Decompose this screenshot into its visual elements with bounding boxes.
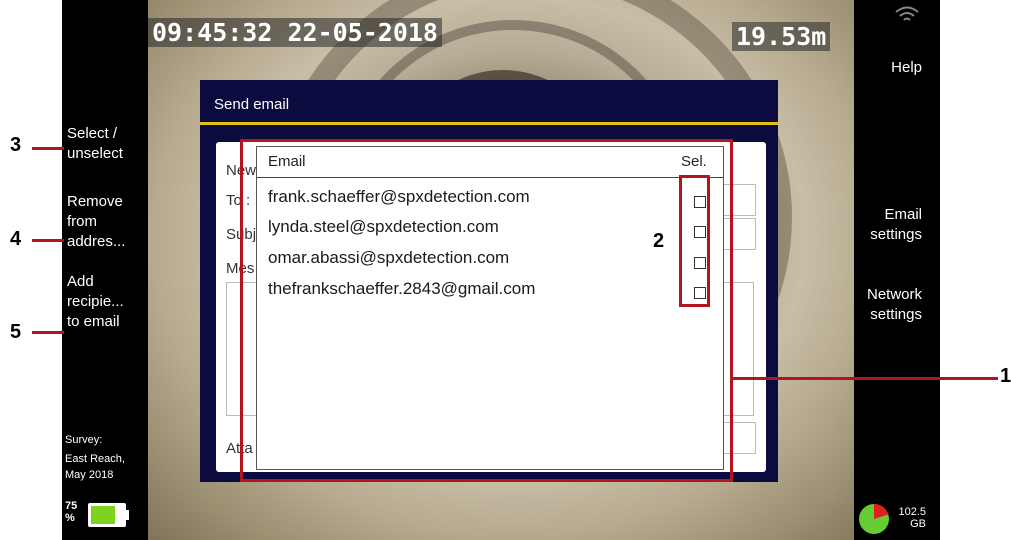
add-recipient-button[interactable]: Add recipie... to email: [67, 272, 147, 332]
dialog-title-underline: [200, 122, 778, 125]
callout-5-number: 5: [10, 321, 22, 343]
callout-2-number: 2: [653, 230, 665, 252]
survey-info: Survey: East Reach, May 2018: [65, 434, 125, 481]
select-unselect-button[interactable]: Select / unselect: [67, 124, 147, 164]
help-button[interactable]: Help: [872, 58, 922, 78]
storage-readout: 102.5 GB: [898, 506, 926, 530]
callout-4-line: [32, 239, 64, 242]
callout-1-highlight: [240, 139, 733, 482]
callout-5-line: [32, 331, 64, 334]
callout-1-number: 1: [1000, 365, 1011, 387]
network-settings-button[interactable]: Network settings: [842, 285, 922, 325]
callout-2-highlight: [679, 175, 710, 307]
email-settings-button[interactable]: Email settings: [842, 205, 922, 245]
callout-3-line: [32, 147, 64, 150]
dialog-title: Send email: [214, 96, 290, 113]
callout-3-number: 3: [10, 134, 22, 156]
callout-1-line: [733, 377, 998, 380]
battery-icon: [88, 503, 129, 527]
remove-from-address-button[interactable]: Remove from addres...: [67, 192, 147, 252]
distance-readout: 19.53m: [732, 22, 831, 51]
timestamp: 09:45:32 22-05-2018: [148, 18, 442, 47]
battery-percent: 75 %: [65, 500, 78, 524]
wifi-icon: [895, 6, 919, 21]
storage-pie-icon: [859, 504, 889, 534]
callout-4-number: 4: [10, 228, 22, 250]
